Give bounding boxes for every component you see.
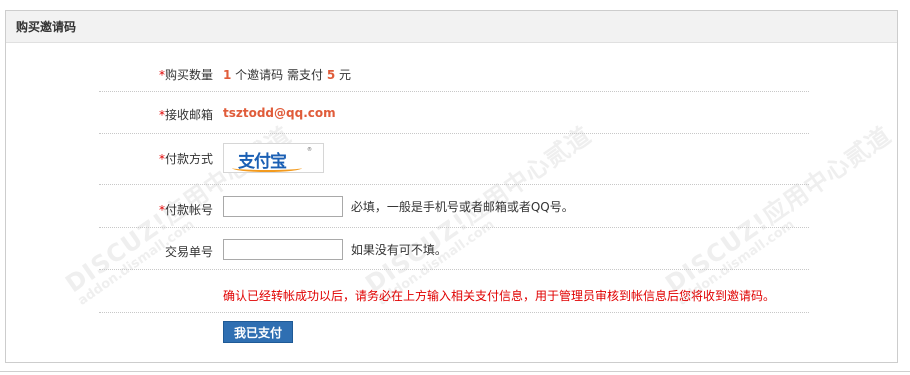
payment-method-value: 支付宝 ®: [223, 143, 324, 176]
email-value: tsztodd@qq.com: [223, 106, 336, 120]
payment-account-input[interactable]: [223, 196, 343, 217]
submit-row: 我已支付: [99, 313, 809, 353]
email-label: *接收邮箱: [158, 108, 213, 122]
account-value: 必填，一般是手机号或者邮箱或者QQ号。: [223, 196, 574, 217]
transaction-number-input[interactable]: [223, 239, 343, 260]
payment-method-label: *付款方式: [158, 152, 213, 166]
quantity-row: *购买数量 1 个邀请码 需支付 5 元: [99, 56, 809, 92]
quantity-label: *购买数量: [158, 68, 213, 82]
quantity-value: 1 个邀请码 需支付 5 元: [223, 66, 351, 83]
panel-title: 购买邀请码: [6, 11, 897, 43]
payment-notice: 确认已经转帐成功以后，请务必在上方输入相关支付信息，用于管理员审核到帐信息后您将…: [223, 289, 776, 303]
invite-purchase-panel: 购买邀请码 DISCUZ!应用中心贰道 addon.dismall.com DI…: [5, 10, 898, 363]
transaction-label: 交易单号: [164, 245, 213, 259]
transaction-value: 如果没有可不填。: [223, 239, 447, 260]
quantity-unit-text: 个邀请码 需支付: [231, 68, 327, 82]
notice-row: 确认已经转帐成功以后，请务必在上方输入相关支付信息，用于管理员审核到帐信息后您将…: [99, 270, 809, 313]
quantity-currency: 元: [335, 68, 351, 82]
transaction-hint: 如果没有可不填。: [350, 243, 447, 257]
quantity-price: 5: [326, 68, 336, 82]
submit-wrap: 我已支付: [223, 321, 293, 343]
alipay-trademark: ®: [307, 147, 312, 153]
paid-submit-button[interactable]: 我已支付: [223, 321, 293, 343]
payment-method-row: *付款方式 支付宝 ®: [99, 134, 809, 185]
watermark-suffix: 贰道: [839, 121, 897, 173]
account-row: *付款帐号 必填，一般是手机号或者邮箱或者QQ号。: [99, 185, 809, 228]
email-row: *接收邮箱 tsztodd@qq.com: [99, 92, 809, 134]
alipay-swoosh-icon: [232, 164, 302, 172]
account-label: *付款帐号: [158, 203, 213, 217]
transaction-row: 交易单号 如果没有可不填。: [99, 228, 809, 270]
alipay-logo[interactable]: 支付宝 ®: [223, 143, 324, 173]
bottom-divider: [0, 371, 910, 372]
account-hint: 必填，一般是手机号或者邮箱或者QQ号。: [350, 200, 574, 214]
